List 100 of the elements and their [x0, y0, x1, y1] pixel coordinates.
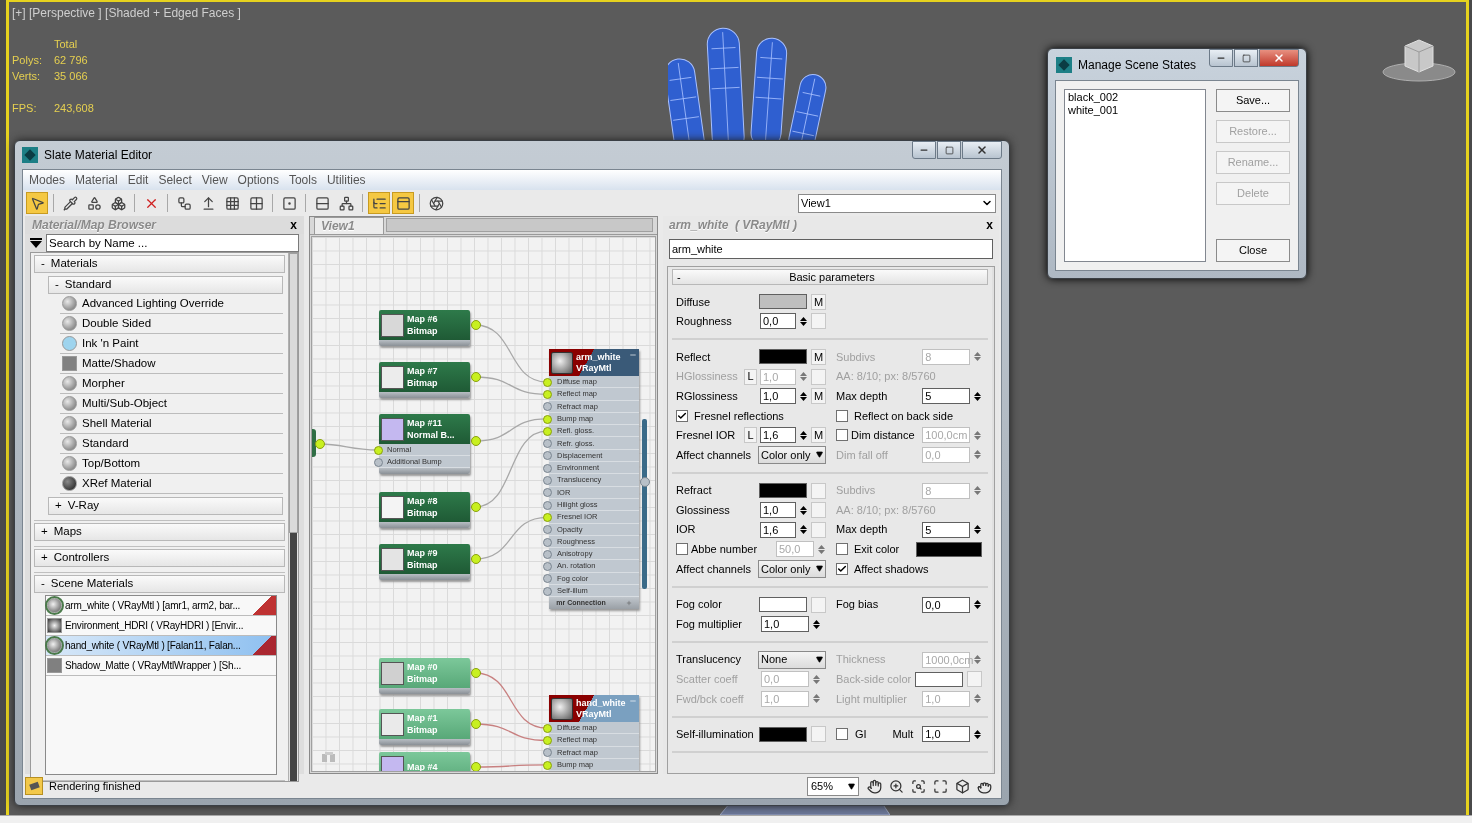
- input-connector[interactable]: [543, 463, 552, 473]
- input-connector[interactable]: [543, 439, 552, 449]
- input-connector[interactable]: [543, 500, 552, 510]
- spinner-field[interactable]: 1,0: [922, 726, 971, 743]
- map-button[interactable]: M: [811, 349, 826, 365]
- material-type-item[interactable]: Ink 'n Paint: [60, 334, 283, 354]
- input-connector[interactable]: [374, 445, 383, 455]
- menu-item[interactable]: Material: [71, 171, 122, 189]
- material-type-item[interactable]: Double Sided: [60, 314, 283, 334]
- checkbox[interactable]: [676, 409, 688, 422]
- spinner-field[interactable]: 1,0: [761, 616, 809, 633]
- input-connector[interactable]: [543, 488, 552, 498]
- zoom-dropdown[interactable]: 65%: [807, 776, 859, 796]
- minimize-button[interactable]: [1209, 49, 1233, 67]
- map-node[interactable]: Map #9 Bitmap: [379, 544, 470, 580]
- input-connector[interactable]: [543, 512, 552, 522]
- color-swatch[interactable]: [759, 483, 807, 499]
- group-header[interactable]: - Scene Materials: [34, 575, 285, 593]
- menu-item[interactable]: Select: [154, 171, 196, 189]
- input-connector[interactable]: [543, 451, 552, 461]
- color-swatch[interactable]: [916, 541, 983, 557]
- material-name-field[interactable]: arm_white: [669, 239, 993, 259]
- dialog-button[interactable]: Save...: [1216, 89, 1290, 112]
- menu-item[interactable]: Options: [233, 171, 283, 189]
- maximize-button[interactable]: [1234, 49, 1258, 67]
- output-connector[interactable]: [471, 719, 481, 729]
- scene-material-item[interactable]: Shadow_Matte ( VRayMtlWrapper ) [Sh...: [46, 656, 276, 676]
- input-connector[interactable]: [543, 377, 552, 387]
- input-connector[interactable]: [543, 586, 552, 596]
- spinner-field[interactable]: 0,0: [922, 596, 971, 613]
- output-connector[interactable]: [640, 477, 650, 487]
- viewport-label[interactable]: [+] [Perspective ] [Shaded + Edged Faces ]: [12, 4, 1463, 22]
- group-header[interactable]: + Maps: [34, 523, 285, 541]
- input-connector[interactable]: [543, 402, 552, 412]
- color-swatch[interactable]: [759, 294, 807, 310]
- spinner-field[interactable]: 5: [922, 388, 971, 405]
- input-connector[interactable]: [543, 525, 552, 535]
- map-node[interactable]: Map #7 Bitmap: [379, 362, 470, 398]
- output-connector[interactable]: [315, 439, 325, 449]
- map-button[interactable]: M: [811, 388, 826, 405]
- material-node[interactable]: [549, 349, 639, 610]
- material-type-item[interactable]: Standard: [60, 434, 283, 454]
- map-button[interactable]: M: [811, 427, 826, 444]
- output-connector[interactable]: [471, 502, 481, 512]
- material-type-item[interactable]: Shell Material: [60, 414, 283, 434]
- menu-item[interactable]: Edit: [123, 171, 153, 189]
- toolbar-button[interactable]: [368, 192, 390, 214]
- checkbox[interactable]: [836, 409, 848, 422]
- panel-close-button[interactable]: x: [986, 216, 993, 234]
- node-canvas[interactable]: [311, 236, 656, 772]
- material-type-item[interactable]: Top/Bottom: [60, 454, 283, 474]
- color-swatch[interactable]: [759, 727, 807, 742]
- close-dialog-button[interactable]: Close: [1216, 239, 1290, 262]
- maximize-button[interactable]: [937, 141, 961, 159]
- panel-close-button[interactable]: x: [290, 216, 297, 234]
- material-type-item[interactable]: Multi/Sub-Object: [60, 394, 283, 414]
- rollout-header[interactable]: - Basic parameters: [672, 269, 989, 285]
- toolbar-button[interactable]: [26, 192, 48, 214]
- filter-triangle-icon[interactable]: [30, 238, 42, 248]
- lock-button[interactable]: L: [744, 427, 757, 444]
- group-header[interactable]: - Materials: [34, 255, 285, 273]
- nav-button[interactable]: [887, 777, 905, 795]
- spinner-field[interactable]: 0,0: [760, 313, 796, 330]
- output-connector[interactable]: [471, 436, 481, 446]
- search-field[interactable]: Search by Name ...: [46, 234, 299, 252]
- close-button[interactable]: [1259, 49, 1299, 67]
- param-dropdown[interactable]: Color only: [758, 559, 826, 578]
- group-header[interactable]: + Controllers: [34, 549, 285, 567]
- output-connector[interactable]: [471, 762, 481, 771]
- input-connector[interactable]: [543, 426, 552, 436]
- menu-item[interactable]: Modes: [25, 171, 70, 189]
- close-button[interactable]: [962, 141, 1002, 159]
- spinner-field[interactable]: 1,0: [760, 388, 796, 405]
- input-connector[interactable]: [374, 457, 383, 467]
- map-button[interactable]: M: [811, 293, 826, 310]
- color-swatch[interactable]: [759, 349, 807, 365]
- map-node[interactable]: Map #8 Bitmap: [379, 492, 470, 528]
- minimize-button[interactable]: [912, 141, 936, 159]
- output-connector[interactable]: [471, 320, 481, 330]
- spinner-field[interactable]: 1,0: [760, 502, 796, 519]
- scrollbar[interactable]: [288, 253, 298, 781]
- scene-material-item[interactable]: arm_white ( VRayMtl ) [amr1, arm2, bar...: [46, 596, 276, 616]
- input-connector[interactable]: [543, 574, 552, 584]
- checkbox[interactable]: [836, 543, 848, 556]
- nav-button[interactable]: [931, 777, 949, 795]
- input-connector[interactable]: [543, 476, 552, 485]
- scene-material-item[interactable]: hand_white ( VRayMtl ) [Falan11, Falan...: [46, 636, 276, 656]
- output-connector[interactable]: [471, 554, 481, 564]
- output-connector[interactable]: [471, 668, 481, 678]
- group-header[interactable]: - Standard: [48, 276, 283, 294]
- input-connector[interactable]: [543, 760, 552, 770]
- material-type-item[interactable]: Advanced Lighting Override: [60, 294, 283, 314]
- menu-item[interactable]: Tools: [284, 171, 321, 189]
- spinner-field[interactable]: 5: [922, 521, 971, 538]
- spinner-field[interactable]: 1,6: [760, 521, 796, 538]
- checkbox[interactable]: [836, 728, 848, 741]
- color-swatch[interactable]: [759, 597, 807, 612]
- group-header[interactable]: + V-Ray: [48, 497, 283, 515]
- material-type-item[interactable]: Matte/Shadow: [60, 354, 283, 374]
- scene-states-list[interactable]: black_002 white_001: [1064, 89, 1206, 262]
